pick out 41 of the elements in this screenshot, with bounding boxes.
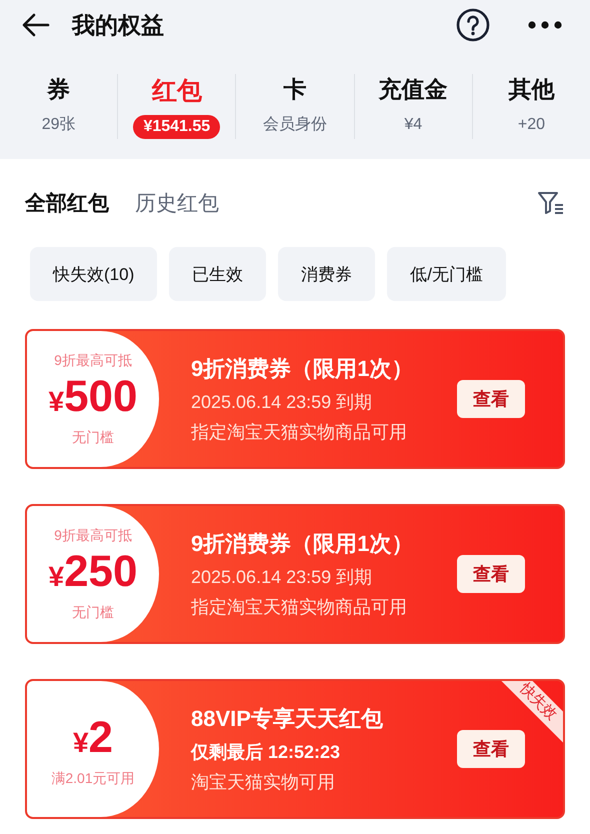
coupon-title: 88VIP专享天天红包	[191, 705, 384, 733]
coupon-amount: ¥250	[48, 546, 138, 598]
coupon-amount: ¥2	[72, 712, 114, 764]
back-icon[interactable]	[22, 13, 50, 37]
coupon-title: 9折消费券（限用1次）	[191, 530, 414, 558]
category-value: 29张	[40, 114, 76, 135]
coupon-condition: 无门槛	[72, 428, 114, 446]
category-tab[interactable]: 红包	[152, 74, 202, 107]
coupon-amount: ¥500	[48, 370, 138, 422]
coupon-condition: 满2.01元可用	[51, 770, 135, 788]
tab[interactable]: 历史红包	[135, 189, 219, 217]
page-title: 我的权益	[72, 10, 164, 40]
amount-badge: ¥1541.55	[133, 115, 220, 139]
category-tab[interactable]: 卡	[284, 74, 306, 105]
category-value: 会员身份	[262, 115, 328, 135]
expiry-text: 2025.06.14 23:59 到期	[191, 566, 374, 589]
tab[interactable]: 全部红包	[25, 189, 109, 217]
filter-chip[interactable]: 低/无门槛	[387, 247, 506, 301]
category-tab[interactable]: 其他	[508, 74, 554, 105]
view-button[interactable]: 查看	[457, 730, 525, 768]
usage-text: 指定淘宝天猫实物商品可用	[191, 596, 408, 619]
category-tab[interactable]: 充值金	[378, 74, 448, 105]
coupon-condition: 无门槛	[72, 604, 114, 622]
usage-text: 指定淘宝天猫实物商品可用	[191, 421, 408, 444]
usage-text: 淘宝天猫实物可用	[191, 771, 336, 794]
expiry-text: 2025.06.14 23:59 到期	[191, 391, 374, 414]
coupon-note: 9折最高可抵	[54, 526, 132, 544]
view-button[interactable]: 查看	[457, 555, 525, 593]
category-value: ¥4	[403, 115, 424, 135]
more-icon[interactable]	[528, 21, 562, 29]
filter-chip[interactable]: 快失效(10)	[30, 247, 158, 301]
coupon-title: 9折消费券（限用1次）	[191, 355, 414, 383]
category-tab[interactable]: 券	[47, 74, 70, 105]
filter-chip[interactable]: 已生效	[169, 247, 266, 301]
countdown-text: 仅剩最后 12:52:23	[191, 741, 342, 764]
filter-chip[interactable]: 消费券	[278, 247, 376, 301]
view-button[interactable]: 查看	[457, 380, 525, 418]
coupon-note: 9折最高可抵	[54, 352, 132, 370]
category-value: +20	[516, 115, 546, 135]
filter-icon[interactable]	[537, 190, 565, 216]
help-icon[interactable]	[456, 8, 490, 42]
